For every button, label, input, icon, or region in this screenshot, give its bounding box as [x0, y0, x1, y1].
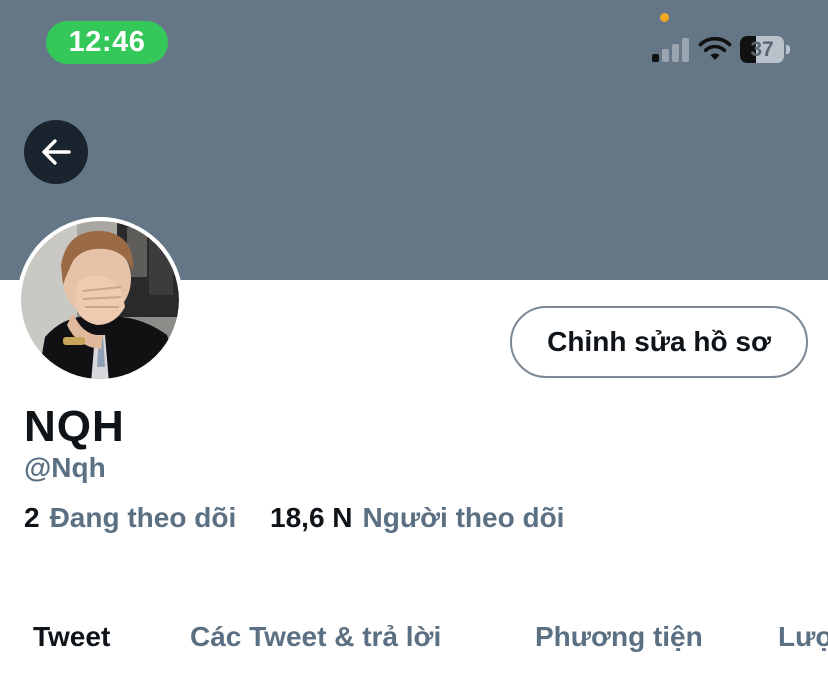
signal-bar [672, 44, 679, 62]
signal-bar [662, 49, 669, 62]
profile-handle: @Nqh [24, 452, 106, 483]
profile-tabs: Tweet Các Tweet & trả lời Phương tiện Lư… [0, 612, 828, 662]
profile-avatar[interactable] [17, 217, 183, 383]
tab-tweets-and-replies[interactable]: Các Tweet & trả lời [190, 612, 441, 662]
following-stat[interactable]: 2 Đang theo dõi [24, 500, 236, 536]
followers-label: Người theo dõi [362, 502, 565, 533]
edit-profile-button[interactable]: Chỉnh sửa hồ sơ [510, 306, 808, 378]
avatar-photo [17, 217, 183, 383]
tab-likes[interactable]: Lượt thích [778, 612, 828, 662]
following-count: 2 [24, 502, 40, 533]
followers-stat[interactable]: 18,6 N Người theo dõi [270, 500, 564, 536]
battery-icon: 37 [740, 36, 790, 63]
profile-display-name: NQH [24, 402, 125, 451]
signal-bar [682, 38, 689, 62]
followers-count: 18,6 N [270, 502, 353, 533]
back-button[interactable] [24, 120, 88, 184]
battery-cap [786, 45, 790, 54]
status-time[interactable]: 12:46 [46, 21, 168, 64]
signal-bar [652, 54, 659, 62]
arrow-left-icon [42, 139, 71, 165]
wifi-icon [698, 35, 732, 62]
battery-percentage: 37 [750, 38, 774, 61]
following-label: Đang theo dõi [49, 502, 237, 533]
cellular-signal-icon [652, 38, 692, 62]
profile-screen: 12:46 37 Chỉnh sửa hồ sơ NQH @Nqh 2 Đang… [0, 0, 828, 674]
tab-tweets[interactable]: Tweet [33, 612, 110, 662]
tab-media[interactable]: Phương tiện [535, 612, 703, 662]
follow-stats: 2 Đang theo dõi 18,6 N Người theo dõi [24, 500, 564, 536]
battery-body: 37 [740, 36, 784, 63]
privacy-dot-icon [660, 13, 669, 22]
